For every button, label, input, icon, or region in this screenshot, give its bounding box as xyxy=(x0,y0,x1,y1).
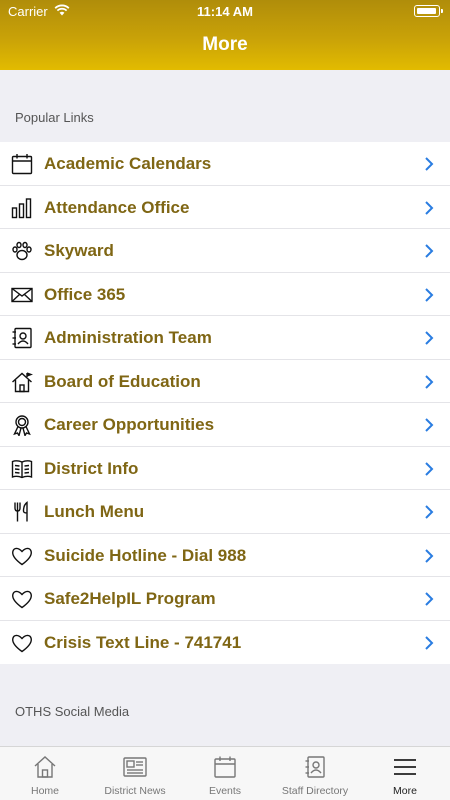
tab-label: District News xyxy=(104,785,166,797)
chevron-right-icon xyxy=(425,244,434,258)
link-office-365[interactable]: Office 365 xyxy=(0,273,450,316)
envelope-icon xyxy=(10,283,34,307)
battery-icon xyxy=(414,5,443,17)
tab-home[interactable]: Home xyxy=(0,747,90,800)
link-label: Crisis Text Line - 741741 xyxy=(44,632,242,652)
tab-label: Home xyxy=(30,785,59,797)
utensils-icon xyxy=(10,500,34,524)
link-district-info[interactable]: District Info xyxy=(0,447,450,490)
contact-card-icon xyxy=(10,326,34,350)
tab-more[interactable]: More xyxy=(360,747,450,800)
status-bar: Carrier 11:14 AM xyxy=(0,0,450,22)
chevron-right-icon xyxy=(425,418,434,432)
home-icon xyxy=(34,756,56,778)
link-label: Suicide Hotline - Dial 988 xyxy=(44,545,247,565)
heart-icon xyxy=(10,631,34,655)
section-header-social-media: OTHS Social Media xyxy=(15,704,130,719)
heart-icon xyxy=(10,587,34,611)
tab-bar: Home District News Events Staff Director… xyxy=(0,746,450,800)
ribbon-icon xyxy=(10,413,34,437)
link-board-of-education[interactable]: Board of Education xyxy=(0,360,450,403)
bar-chart-icon xyxy=(10,196,34,220)
chevron-right-icon xyxy=(425,635,434,650)
link-lunch-menu[interactable]: Lunch Menu xyxy=(0,490,450,534)
heart-icon xyxy=(10,544,34,568)
newspaper-icon xyxy=(123,757,147,777)
house-icon xyxy=(10,370,34,394)
paw-icon xyxy=(10,239,34,263)
link-safe2helpil-program[interactable]: Safe2HelpIL Program xyxy=(0,577,450,621)
link-label: Administration Team xyxy=(44,328,212,347)
chevron-right-icon xyxy=(425,157,434,171)
link-crisis-text-line[interactable]: Crisis Text Line - 741741 xyxy=(0,621,450,665)
link-label: Office 365 xyxy=(44,284,126,304)
chevron-right-icon xyxy=(425,200,434,215)
link-label: Skyward xyxy=(44,241,114,260)
tab-label: Events xyxy=(208,785,242,797)
link-label: Academic Calendars xyxy=(44,154,212,173)
section-header-popular-links: Popular Links xyxy=(15,110,94,125)
tab-label: Staff Directory xyxy=(281,785,349,797)
chevron-right-icon xyxy=(425,548,434,563)
link-label: District Info xyxy=(44,458,139,478)
chevron-right-icon xyxy=(425,461,434,476)
menu-icon xyxy=(394,759,416,775)
tab-label: More xyxy=(393,785,417,797)
link-label: Safe2HelpIL Program xyxy=(44,589,216,608)
tab-staff-directory[interactable]: Staff Directory xyxy=(270,747,360,800)
link-academic-calendars[interactable]: Academic Calendars xyxy=(0,142,450,186)
popular-links-list: Academic Calendars Attendance Office Sky… xyxy=(0,142,450,664)
link-career-opportunities[interactable]: Career Opportunities xyxy=(0,403,450,447)
link-administration-team[interactable]: Administration Team xyxy=(0,316,450,360)
chevron-right-icon xyxy=(425,592,434,606)
chevron-right-icon xyxy=(425,331,434,345)
chevron-right-icon xyxy=(425,287,434,302)
link-label: Board of Education xyxy=(44,371,201,391)
chevron-right-icon xyxy=(425,505,434,519)
status-time: 11:14 AM xyxy=(197,4,253,19)
link-label: Attendance Office xyxy=(44,197,190,217)
book-icon xyxy=(10,457,34,481)
app-header: Carrier 11:14 AM More xyxy=(0,0,450,70)
link-attendance-office[interactable]: Attendance Office xyxy=(0,186,450,229)
link-label: Career Opportunities xyxy=(44,415,215,434)
link-label: Lunch Menu xyxy=(44,502,145,521)
tab-district-news[interactable]: District News xyxy=(90,747,180,800)
calendar-icon xyxy=(10,152,34,176)
calendar-icon xyxy=(214,756,236,778)
chevron-right-icon xyxy=(425,374,434,389)
tab-events[interactable]: Events xyxy=(180,747,270,800)
contact-card-icon xyxy=(305,756,325,778)
link-suicide-hotline[interactable]: Suicide Hotline - Dial 988 xyxy=(0,534,450,577)
page-title: More xyxy=(202,34,248,55)
link-skyward[interactable]: Skyward xyxy=(0,229,450,273)
